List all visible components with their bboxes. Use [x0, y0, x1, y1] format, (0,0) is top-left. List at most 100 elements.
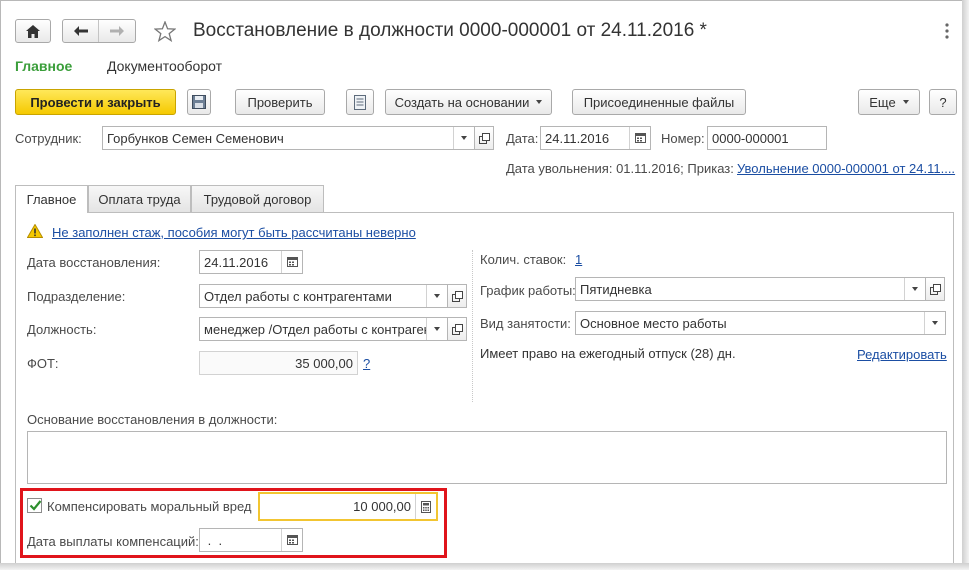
rates-link[interactable]: 1	[575, 252, 582, 267]
attached-files-button[interactable]: Присоединенные файлы	[572, 89, 746, 115]
schedule-open-button[interactable]	[925, 277, 945, 301]
check-button[interactable]: Проверить	[235, 89, 325, 115]
forward-button[interactable]	[99, 20, 135, 42]
chevron-down-icon	[536, 100, 543, 104]
history-nav	[62, 19, 136, 43]
calendar-icon	[634, 133, 646, 143]
active-tab-joint	[16, 211, 87, 213]
position-open-button[interactable]	[447, 317, 467, 341]
window-title: Восстановление в должности 0000-000001 о…	[193, 20, 707, 41]
calendar-button[interactable]	[281, 251, 302, 273]
chevron-down-icon	[912, 287, 918, 291]
column-divider	[472, 250, 473, 402]
employee-value: Горбунков Семен Семенович	[107, 130, 284, 146]
warning-icon	[27, 224, 43, 238]
tab-main[interactable]: Главное	[15, 185, 88, 213]
arrow-left-icon	[73, 26, 88, 36]
date-field[interactable]: 24.11.2016	[540, 126, 651, 150]
position-value: менеджер /Отдел работы с контрагент	[204, 321, 426, 337]
employment-value: Основное место работы	[580, 315, 727, 331]
open-window-icon	[929, 283, 941, 295]
employee-field[interactable]: Горбунков Семен Семенович	[102, 126, 475, 150]
employment-field[interactable]: Основное место работы	[575, 311, 946, 335]
arrow-right-icon	[110, 26, 124, 36]
schedule-label: График работы:	[480, 283, 576, 298]
basis-label: Основание восстановления в должности:	[27, 412, 278, 427]
edit-vacation-link[interactable]: Редактировать	[857, 347, 947, 362]
document-list-icon	[354, 94, 366, 110]
position-field[interactable]: менеджер /Отдел работы с контрагент	[199, 317, 448, 341]
chevron-down-icon	[902, 100, 909, 104]
employee-label: Сотрудник:	[15, 131, 82, 146]
report-button[interactable]	[346, 89, 374, 115]
save-button[interactable]	[187, 89, 211, 115]
home-icon	[26, 24, 40, 38]
dismissal-order-link[interactable]: Увольнение 0000-000001 от 24.11....	[737, 161, 955, 176]
number-label: Номер:	[661, 131, 705, 146]
fot-label: ФОТ:	[27, 356, 59, 371]
employee-open-button[interactable]	[474, 126, 494, 150]
payment-date-value: . .	[204, 532, 223, 548]
calendar-icon	[286, 257, 298, 267]
basis-textarea[interactable]	[27, 431, 947, 484]
restore-date-field[interactable]: 24.11.2016	[199, 250, 303, 274]
tab-labor-contract[interactable]: Трудовой договор	[191, 185, 324, 212]
department-field[interactable]: Отдел работы с контрагентами	[199, 284, 448, 308]
vacation-text: Имеет право на ежегодный отпуск (28) дн.	[480, 346, 736, 361]
compensate-amount-field[interactable]: 10 000,00	[258, 492, 438, 521]
number-field[interactable]: 0000-000001	[707, 126, 827, 150]
help-button[interactable]: ?	[929, 89, 957, 115]
department-open-button[interactable]	[447, 284, 467, 308]
open-window-icon	[451, 323, 463, 335]
department-label: Подразделение:	[27, 289, 126, 304]
schedule-value: Пятидневка	[580, 281, 652, 297]
fot-field: 35 000,00	[199, 351, 358, 375]
favorite-star-icon[interactable]	[154, 21, 176, 42]
schedule-field[interactable]: Пятидневка	[575, 277, 926, 301]
restore-date-label: Дата восстановления:	[27, 255, 161, 270]
calendar-button[interactable]	[629, 127, 650, 149]
nav-docflow[interactable]: Документооборот	[107, 58, 222, 74]
more-button[interactable]: Еще	[858, 89, 920, 115]
more-label: Еще	[869, 94, 896, 110]
employment-dropdown-button[interactable]	[924, 312, 945, 334]
schedule-dropdown-button[interactable]	[904, 278, 925, 300]
fot-help-link[interactable]: ?	[363, 356, 370, 371]
restore-date-value: 24.11.2016	[204, 254, 269, 270]
create-based-on-label: Создать на основании	[394, 94, 530, 110]
chevron-down-icon	[461, 136, 467, 140]
department-value: Отдел работы с контрагентами	[204, 288, 392, 304]
calendar-icon	[286, 535, 298, 545]
dismissal-info: Дата увольнения: 01.11.2016; Приказ:	[506, 161, 734, 176]
rates-label: Колич. ставок:	[480, 252, 567, 267]
warning-link[interactable]: Не заполнен стаж, пособия могут быть рас…	[52, 225, 416, 240]
home-button[interactable]	[15, 19, 51, 43]
create-based-on-button[interactable]: Создать на основании	[385, 89, 552, 115]
compensate-label[interactable]: Компенсировать моральный вред	[47, 499, 252, 514]
tab-payment[interactable]: Оплата труда	[88, 185, 191, 212]
chevron-down-icon	[932, 321, 938, 325]
date-value: 24.11.2016	[545, 130, 610, 146]
compensate-checkbox[interactable]	[27, 498, 42, 513]
checkmark-icon	[29, 499, 42, 512]
kebab-menu-icon[interactable]	[945, 23, 949, 39]
position-label: Должность:	[27, 322, 97, 337]
position-dropdown-button[interactable]	[426, 318, 447, 340]
open-window-icon	[451, 290, 463, 302]
payment-date-field[interactable]: . .	[199, 528, 303, 552]
number-value: 0000-000001	[712, 130, 789, 146]
calculator-button[interactable]	[415, 494, 436, 519]
chevron-down-icon	[434, 327, 440, 331]
compensate-amount-value: 10 000,00	[353, 499, 411, 514]
calendar-button[interactable]	[281, 529, 302, 551]
open-window-icon	[478, 132, 490, 144]
post-and-close-button[interactable]: Провести и закрыть	[15, 89, 176, 115]
calculator-icon	[421, 500, 431, 513]
employee-dropdown-button[interactable]	[453, 127, 474, 149]
nav-main[interactable]: Главное	[15, 58, 72, 74]
department-dropdown-button[interactable]	[426, 285, 447, 307]
floppy-disk-icon	[192, 95, 206, 109]
fot-value: 35 000,00	[295, 355, 353, 371]
back-button[interactable]	[63, 20, 100, 42]
employment-label: Вид занятости:	[480, 316, 571, 331]
